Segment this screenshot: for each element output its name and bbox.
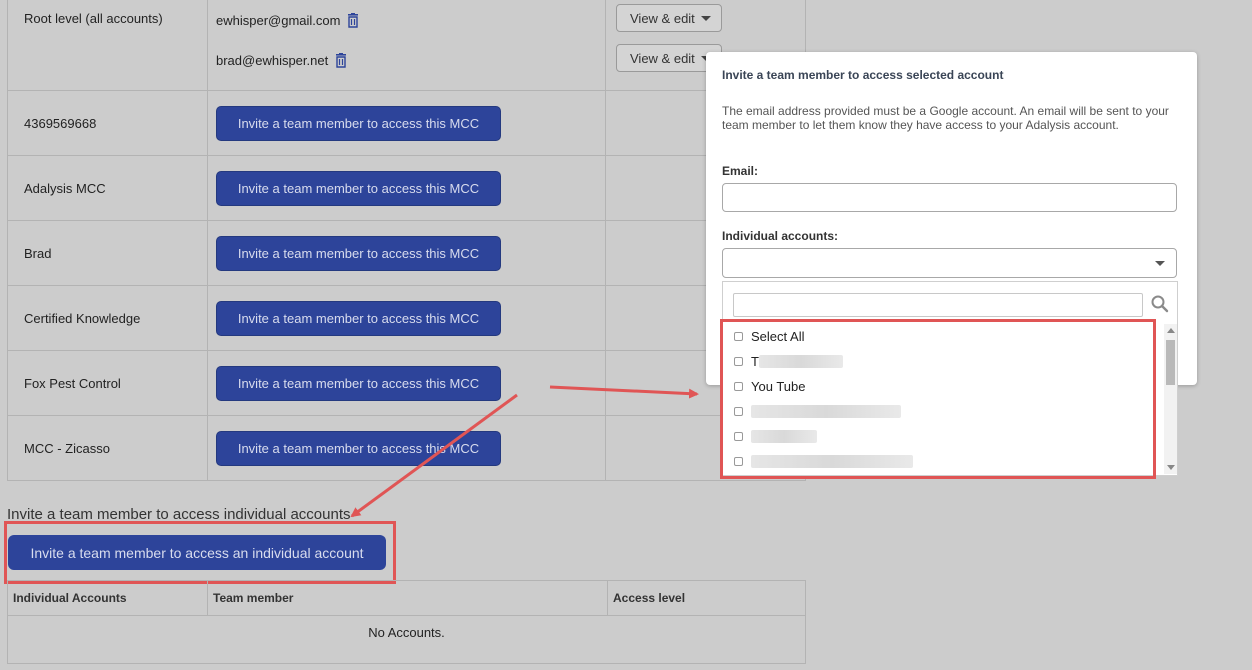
arrow-to-individual-button: [350, 393, 518, 518]
arrow-to-dropdown: [549, 385, 699, 399]
annotation-arrows: [350, 385, 699, 518]
